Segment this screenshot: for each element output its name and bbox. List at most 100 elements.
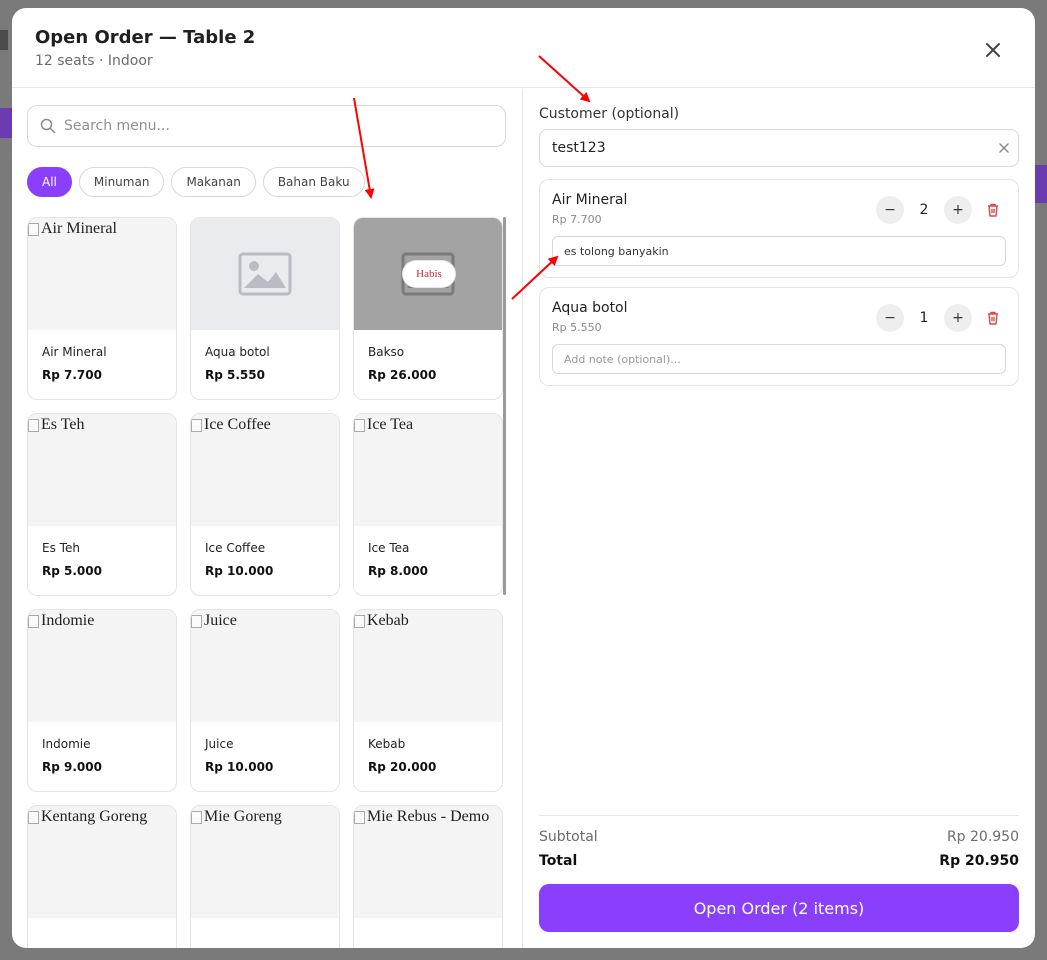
order-item-name: Air Mineral — [552, 192, 628, 208]
backdrop-fragment — [0, 108, 12, 138]
order-item: Aqua botol Rp 5.550 − 1 + — [539, 287, 1019, 386]
menu-card[interactable]: Mie Rebus - Demo — [353, 805, 503, 948]
broken-image-icon — [191, 614, 202, 628]
menu-item-name: Indomie — [42, 737, 91, 751]
image-alt-text: Juice — [204, 612, 237, 629]
menu-card[interactable]: Aqua botol Rp 5.550 — [190, 217, 340, 400]
category-chip-minuman[interactable]: Minuman — [78, 167, 165, 197]
decrease-qty-button[interactable]: − — [876, 196, 904, 224]
image-alt-text: Ice Coffee — [204, 416, 271, 433]
subtotal-value: Rp 20.950 — [946, 829, 1019, 845]
modal-header: Open Order — Table 2 12 seats · Indoor — [12, 8, 1035, 88]
menu-item-name: Ice Tea — [368, 541, 410, 555]
customer-input[interactable] — [552, 140, 990, 156]
order-item-price: Rp 5.550 — [552, 321, 602, 334]
order-item-name: Aqua botol — [552, 300, 628, 316]
qty-value: 1 — [919, 310, 929, 326]
image-placeholder-icon — [238, 252, 292, 296]
menu-card[interactable]: Es Teh Es Teh Rp 5.000 — [27, 413, 177, 596]
image-alt-text: Mie Rebus - Demo — [367, 808, 490, 825]
increase-qty-button[interactable]: + — [944, 304, 972, 332]
category-filters: All Minuman Makanan Bahan Baku — [27, 167, 365, 197]
broken-image-icon — [191, 810, 202, 824]
backdrop-fragment — [1033, 165, 1047, 203]
menu-item-image: Kentang Goreng — [28, 806, 176, 918]
note-input[interactable] — [552, 236, 1006, 266]
order-item: Air Mineral Rp 7.700 − 2 + — [539, 179, 1019, 278]
order-item-price: Rp 7.700 — [552, 213, 602, 226]
image-alt-text: Mie Goreng — [204, 808, 282, 825]
summary-divider — [539, 815, 1019, 816]
note-input[interactable] — [552, 344, 1006, 374]
backdrop-fragment — [0, 30, 8, 50]
menu-item-name: Bakso — [368, 345, 405, 359]
menu-scrollbar[interactable] — [503, 217, 506, 595]
search-icon — [40, 118, 56, 134]
menu-item-image: Kebab — [354, 610, 502, 722]
menu-item-name: Ice Coffee — [205, 541, 266, 555]
menu-card[interactable]: Kentang Goreng — [27, 805, 177, 948]
menu-card[interactable]: Mie Goreng — [190, 805, 340, 948]
clear-icon[interactable] — [990, 139, 1018, 158]
menu-item-price: Rp 5.000 — [42, 564, 102, 578]
category-chip-makanan[interactable]: Makanan — [171, 167, 256, 197]
search-input[interactable] — [64, 118, 505, 134]
broken-image-icon — [354, 810, 365, 824]
modal-title: Open Order — Table 2 — [35, 27, 256, 48]
total-value: Rp 20.950 — [939, 853, 1019, 869]
menu-grid: Air Mineral Air Mineral Rp 7.700 Aqua bo… — [27, 217, 503, 948]
image-alt-text: Kebab — [367, 612, 409, 629]
menu-card[interactable]: Ice Coffee Ice Coffee Rp 10.000 — [190, 413, 340, 596]
customer-field[interactable] — [539, 129, 1019, 167]
menu-item-name: Kebab — [368, 737, 406, 751]
menu-item-price: Rp 20.000 — [368, 760, 437, 774]
menu-item-image: Juice — [191, 610, 339, 722]
broken-image-icon — [191, 418, 202, 432]
menu-item-image — [191, 218, 339, 330]
menu-card[interactable]: Juice Juice Rp 10.000 — [190, 609, 340, 792]
menu-item-price: Rp 7.700 — [42, 368, 102, 382]
open-order-modal: Open Order — Table 2 12 seats · Indoor A… — [12, 8, 1035, 948]
menu-item-price: Rp 8.000 — [368, 564, 428, 578]
category-chip-all[interactable]: All — [27, 167, 72, 197]
decrease-qty-button[interactable]: − — [876, 304, 904, 332]
total-label: Total — [539, 853, 578, 869]
image-alt-text: Es Teh — [41, 416, 85, 433]
menu-item-image: Es Teh — [28, 414, 176, 526]
open-order-button[interactable]: Open Order (2 items) — [539, 884, 1019, 932]
menu-item-price: Rp 10.000 — [205, 564, 274, 578]
menu-item-image: Mie Goreng — [191, 806, 339, 918]
menu-item-name: Es Teh — [42, 541, 80, 555]
menu-item-price: Rp 10.000 — [205, 760, 274, 774]
menu-item-image: Indomie — [28, 610, 176, 722]
image-alt-text: Air Mineral — [41, 220, 117, 237]
category-chip-bahan-baku[interactable]: Bahan Baku — [262, 167, 365, 197]
menu-card-sold-out[interactable]: Habis Bakso Rp 26.000 — [353, 217, 503, 400]
customer-label: Customer (optional) — [539, 106, 680, 122]
search-box[interactable] — [27, 105, 506, 147]
menu-item-image: Air Mineral — [28, 218, 176, 330]
image-alt-text: Indomie — [41, 612, 95, 629]
menu-item-name: Air Mineral — [42, 345, 107, 359]
menu-item-price: Rp 9.000 — [42, 760, 102, 774]
menu-card[interactable]: Kebab Kebab Rp 20.000 — [353, 609, 503, 792]
trash-icon[interactable] — [985, 202, 1001, 218]
trash-icon[interactable] — [985, 310, 1001, 326]
broken-image-icon — [354, 614, 365, 628]
image-alt-text: Kentang Goreng — [41, 808, 148, 825]
menu-item-image: Ice Tea — [354, 414, 502, 526]
broken-image-icon — [28, 222, 39, 236]
order-pane: Customer (optional) Air Mineral Rp 7.700… — [523, 89, 1035, 948]
menu-item-price: Rp 5.550 — [205, 368, 265, 382]
menu-card[interactable]: Ice Tea Ice Tea Rp 8.000 — [353, 413, 503, 596]
close-button[interactable] — [981, 38, 1005, 62]
broken-image-icon — [28, 810, 39, 824]
subtotal-label: Subtotal — [539, 829, 598, 845]
image-alt-text: Ice Tea — [367, 416, 414, 433]
increase-qty-button[interactable]: + — [944, 196, 972, 224]
menu-item-price: Rp 26.000 — [368, 368, 437, 382]
menu-card[interactable]: Air Mineral Air Mineral Rp 7.700 — [27, 217, 177, 400]
menu-item-image: Ice Coffee — [191, 414, 339, 526]
menu-item-name: Aqua botol — [205, 345, 270, 359]
menu-card[interactable]: Indomie Indomie Rp 9.000 — [27, 609, 177, 792]
